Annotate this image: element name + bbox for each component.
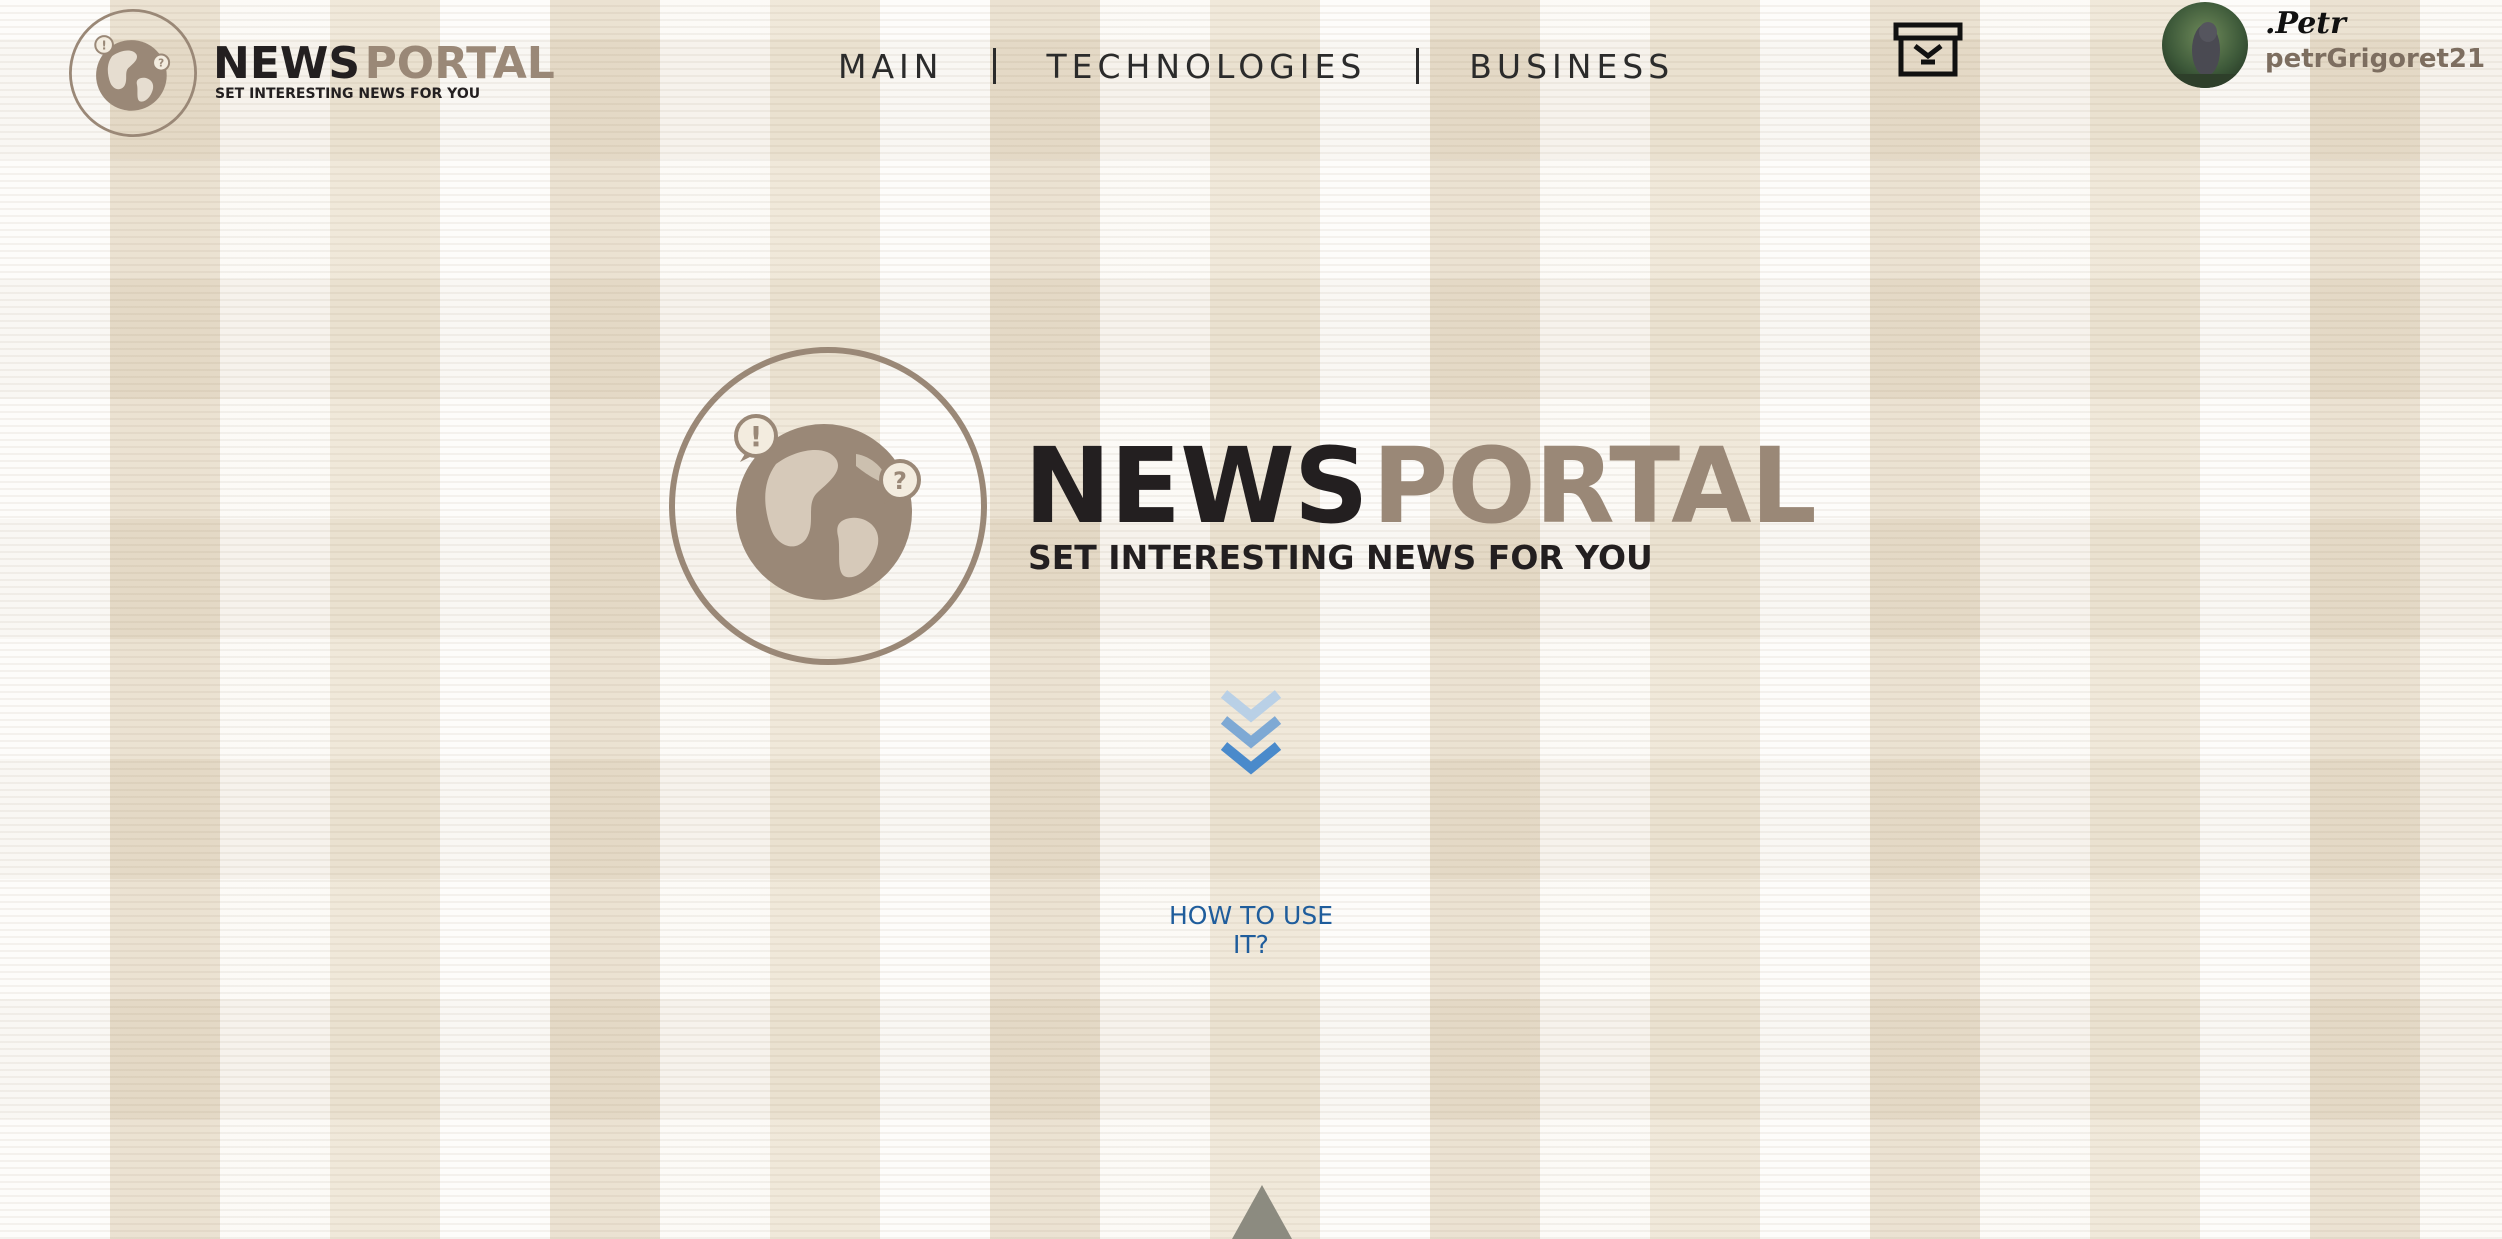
top-header: ! ? NEWS PORTAL SET INTERESTING NEWS FOR…: [0, 0, 2502, 137]
user-handle[interactable]: petrGrigoret21: [2265, 44, 2485, 74]
globe-logo-icon: ! ?: [69, 9, 197, 137]
archive-button[interactable]: [1893, 22, 1963, 78]
hero-word-portal: PORTAL: [1372, 425, 1817, 547]
triangle-up-icon: [1232, 1185, 1292, 1239]
nav-item-business[interactable]: BUSINESS: [1469, 47, 1674, 86]
user-display-name[interactable]: .Petr: [2265, 6, 2346, 41]
brand-word-portal: PORTAL: [364, 38, 555, 89]
hero-word-news: NEWS: [1024, 425, 1369, 547]
scroll-down-button[interactable]: [1220, 688, 1282, 788]
triple-chevron-down-icon: [1220, 690, 1282, 775]
archive-box-icon: [1893, 22, 1963, 77]
nav-item-main[interactable]: MAIN: [838, 47, 943, 86]
main-nav: MAIN TECHNOLOGIES BUSINESS: [838, 44, 1674, 88]
header-tagline: SET INTERESTING NEWS FOR YOU: [215, 86, 481, 102]
newspaper-background: [0, 0, 2502, 1239]
nav-item-technologies[interactable]: TECHNOLOGIES: [1046, 47, 1366, 86]
svg-text:!: !: [101, 38, 106, 52]
avatar-photo: [2162, 2, 2248, 88]
nav-divider: [1416, 48, 1420, 84]
svg-text:?: ?: [158, 58, 164, 70]
user-avatar[interactable]: [2162, 2, 2248, 88]
how-to-use-link[interactable]: HOW TO USE IT?: [1151, 901, 1351, 959]
hero-tagline: SET INTERESTING NEWS FOR YOU: [1028, 538, 1653, 577]
svg-text:?: ?: [893, 467, 907, 495]
header-logo[interactable]: ! ?: [68, 8, 198, 138]
header-brand-name[interactable]: NEWS PORTAL: [213, 38, 555, 89]
hero-brand-name: NEWS PORTAL: [1024, 425, 1817, 547]
globe-logo-icon: ! ?: [669, 347, 987, 665]
svg-text:!: !: [750, 420, 763, 453]
scroll-up-button[interactable]: [1230, 1183, 1294, 1239]
brand-word-news: NEWS: [213, 38, 361, 89]
hero-logo: ! ?: [666, 344, 990, 668]
nav-divider: [993, 48, 997, 84]
